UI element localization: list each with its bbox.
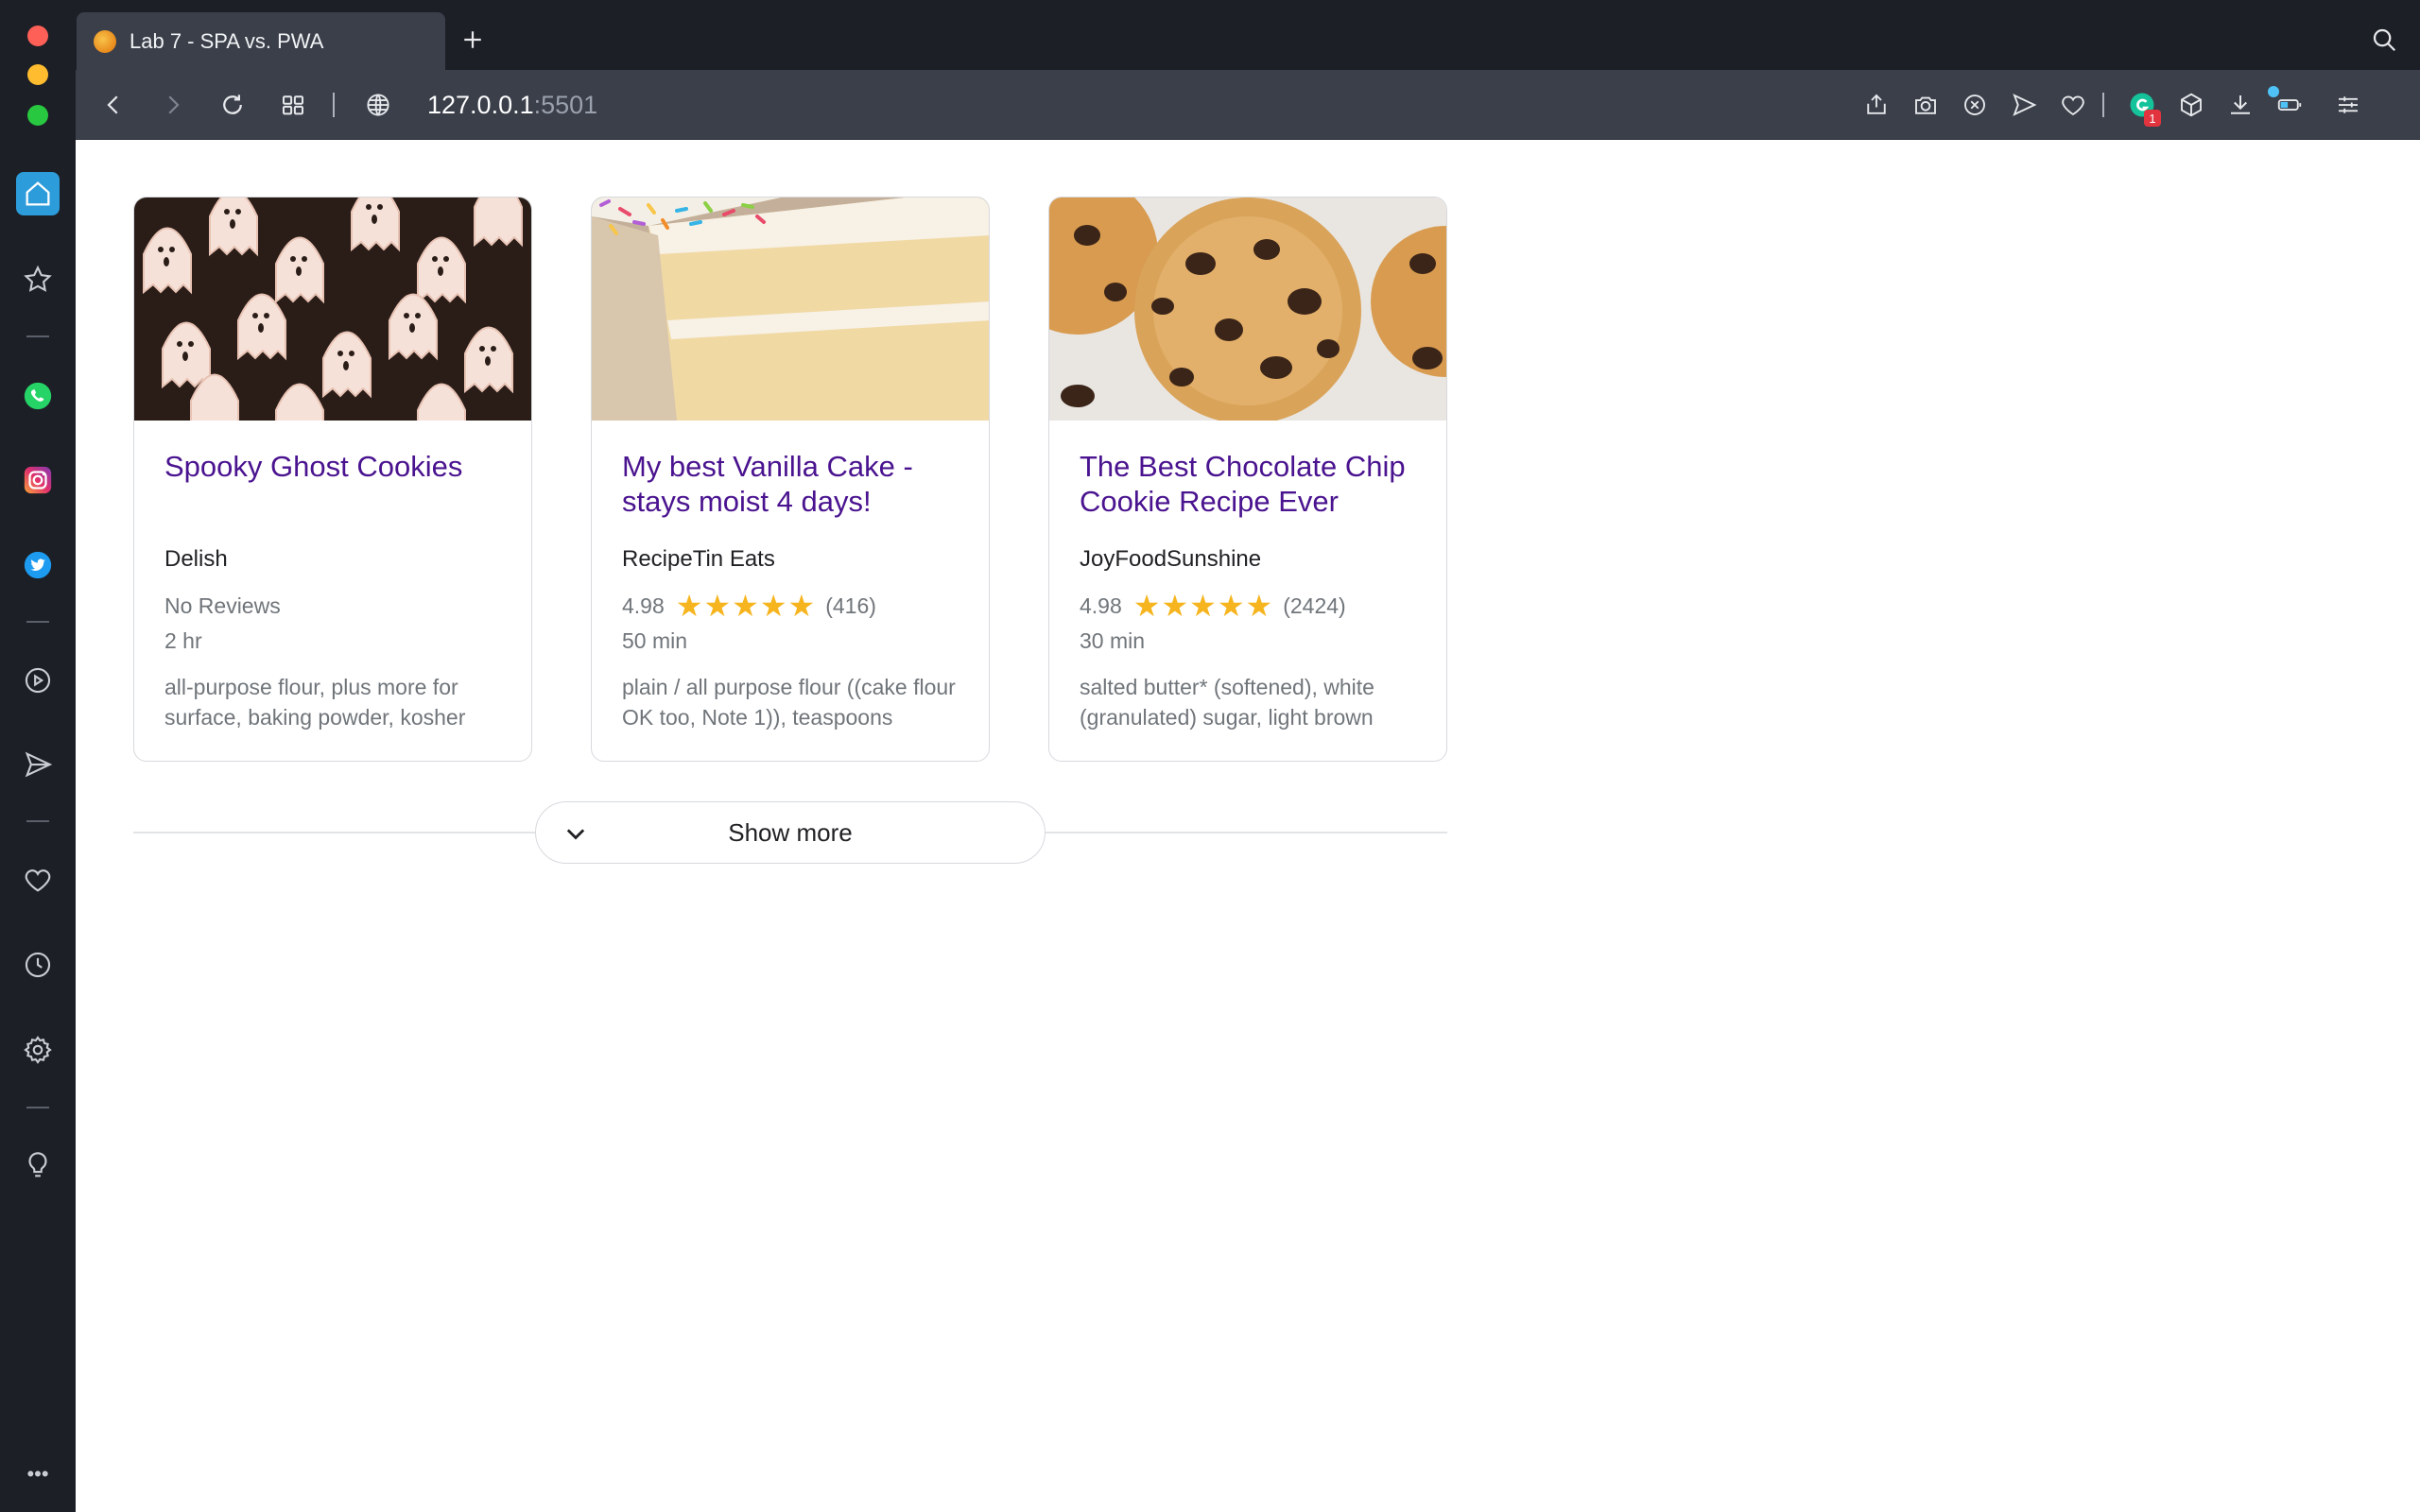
recipe-time: 30 min [1080, 628, 1146, 653]
sidebar-separator [26, 621, 49, 623]
new-tab-button[interactable] [454, 21, 492, 59]
recipe-rating: 4.98 ★★★★★ (2424) [1080, 585, 1416, 627]
twitter-icon[interactable] [16, 543, 60, 587]
close-window-button[interactable] [27, 26, 48, 46]
chevron-left-icon [107, 95, 118, 114]
heart-icon [2062, 95, 2084, 116]
review-count: (2424) [1283, 593, 1346, 618]
page-content: Spooky Ghost Cookies Delish No Reviews 2… [76, 140, 2420, 1512]
recipe-time: 2 hr [164, 628, 202, 653]
chevron-right-icon [168, 95, 180, 114]
flow-button[interactable] [2005, 86, 2043, 124]
recipe-image-vanilla-cake [592, 198, 989, 421]
plus-icon [464, 31, 481, 48]
tab-title: Lab 7 - SPA vs. PWA [130, 28, 324, 53]
recipe-rating: No Reviews [164, 585, 501, 627]
rating-stars: ★★★★★ [1132, 589, 1274, 623]
rating-value: 4.98 [622, 593, 665, 618]
search-icon [2373, 28, 2396, 52]
cube-icon [2181, 93, 2202, 117]
sidebar-separator [26, 1107, 49, 1108]
toolbar-divider [2102, 93, 2104, 117]
recipe-source: RecipeTin Eats [622, 546, 775, 572]
recipe-title-link[interactable]: Spooky Ghost Cookies [164, 449, 501, 541]
maximize-window-button[interactable] [27, 105, 48, 126]
address-bar[interactable]: 127.0.0.1:5501 [427, 89, 597, 121]
extensions-button[interactable] [2172, 86, 2210, 124]
recipe-source: Delish [164, 546, 228, 572]
reload-button[interactable] [214, 86, 251, 124]
recipe-time: 50 min [622, 628, 688, 653]
heart-icon[interactable] [16, 858, 60, 902]
share-icon [1867, 94, 1886, 114]
easy-setup-button[interactable] [2329, 86, 2367, 124]
adblock-button[interactable] [1956, 86, 1994, 124]
history-icon[interactable] [16, 943, 60, 987]
download-status-dot [2268, 86, 2279, 97]
snapshot-button[interactable] [1907, 86, 1945, 124]
show-more-label: Show more [728, 817, 853, 847]
recipe-ingredients: plain / all purpose flour ((cake flour O… [622, 675, 956, 730]
back-button[interactable] [95, 86, 132, 124]
player-icon[interactable] [16, 659, 60, 702]
tab-lab7[interactable]: Lab 7 - SPA vs. PWA [77, 12, 445, 70]
toolbar-divider [333, 93, 335, 117]
tab-search-button[interactable] [2365, 21, 2403, 59]
forward-button[interactable] [154, 86, 192, 124]
sidebar-separator [26, 335, 49, 337]
recipe-cards: Spooky Ghost Cookies Delish No Reviews 2… [133, 197, 1447, 762]
chevron-down-icon [566, 829, 585, 840]
reload-icon [223, 94, 242, 114]
recipe-title-link[interactable]: My best Vanilla Cake - stays moist 4 day… [622, 449, 959, 541]
battery-icon [2277, 99, 2302, 111]
site-info-button[interactable] [359, 86, 397, 124]
minimize-window-button[interactable] [27, 64, 48, 85]
navigation-toolbar: 127.0.0.1:5501 1 [76, 70, 2420, 140]
whatsapp-icon[interactable] [16, 374, 60, 418]
recipe-card[interactable]: Spooky Ghost Cookies Delish No Reviews 2… [133, 197, 532, 762]
recipe-ingredients: all-purpose flour, plus more for surface… [164, 675, 466, 730]
recipe-card[interactable]: The Best Chocolate Chip Cookie Recipe Ev… [1048, 197, 1447, 762]
menu-icon [2339, 96, 2358, 113]
recipe-card[interactable]: My best Vanilla Cake - stays moist 4 day… [591, 197, 990, 762]
more-icon[interactable]: ••• [16, 1452, 60, 1496]
downloads-button[interactable] [2221, 86, 2259, 124]
recipe-rating: 4.98 ★★★★★ (416) [622, 585, 959, 627]
settings-icon[interactable] [16, 1028, 60, 1072]
pinboard-button[interactable] [2054, 86, 2092, 124]
rating-stars: ★★★★★ [675, 589, 817, 623]
share-button[interactable] [1858, 86, 1895, 124]
tab-favicon [94, 29, 116, 53]
send-icon [2013, 94, 2037, 116]
recipe-image-chocolate-chip-cookies [1049, 198, 1446, 421]
shield-x-icon [1964, 94, 1985, 115]
send-icon[interactable] [16, 743, 60, 786]
lightbulb-icon[interactable] [16, 1143, 60, 1187]
tab-bar: Lab 7 - SPA vs. PWA [76, 0, 2420, 70]
show-more-button[interactable]: Show more [535, 801, 1046, 864]
recipe-image-ghost-cookies [134, 198, 531, 421]
grid-icon [283, 95, 303, 115]
rating-text: No Reviews [164, 593, 281, 618]
sidebar-separator [26, 820, 49, 822]
globe-icon [367, 94, 389, 116]
url-port: :5501 [533, 91, 598, 119]
camera-icon [1915, 96, 1936, 114]
speed-dial-button[interactable] [274, 86, 312, 124]
browser-sidebar: ••• [0, 0, 76, 1512]
recipe-source: JoyFoodSunshine [1080, 546, 1262, 572]
url-host: 127.0.0.1 [427, 91, 534, 119]
recipe-title-link[interactable]: The Best Chocolate Chip Cookie Recipe Ev… [1080, 449, 1416, 541]
home-icon[interactable] [16, 172, 60, 215]
download-icon [2231, 95, 2250, 114]
instagram-icon[interactable] [16, 458, 60, 502]
star-icon[interactable] [16, 258, 60, 301]
rating-value: 4.98 [1080, 593, 1122, 618]
extension-badge: 1 [2144, 110, 2161, 127]
recipe-ingredients: salted butter* (softened), white (granul… [1080, 675, 1374, 730]
review-count: (416) [825, 593, 876, 618]
